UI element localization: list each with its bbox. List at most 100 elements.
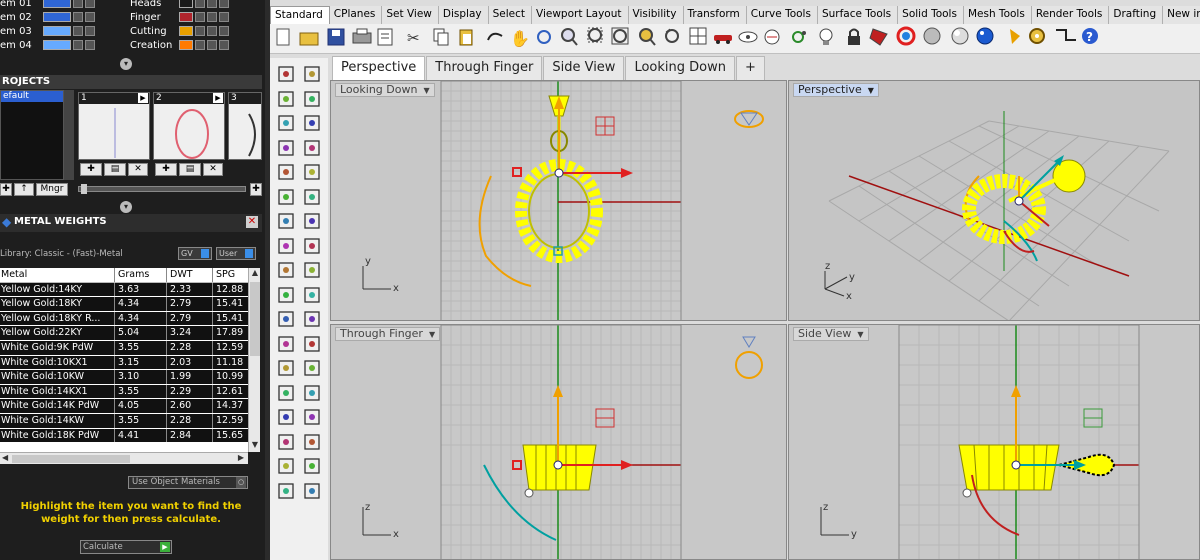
zoom-window-icon[interactable]: [587, 27, 603, 43]
layer-icon[interactable]: [869, 28, 888, 46]
toolbar-tab-standard[interactable]: Standard: [270, 6, 330, 24]
ellipse-icon[interactable]: [302, 113, 322, 133]
visibility-icon[interactable]: [85, 12, 95, 22]
table-row[interactable]: White Gold:14K PdW 4.05 2.60 14.37: [0, 399, 248, 414]
save-icon[interactable]: ▤: [179, 163, 201, 176]
point-icon[interactable]: [302, 64, 322, 84]
layer-row[interactable]: em 02: [0, 10, 95, 24]
visibility-icon[interactable]: [207, 40, 217, 50]
render-icon[interactable]: [219, 40, 229, 50]
pan-icon[interactable]: ✋: [510, 29, 530, 48]
car-icon[interactable]: [714, 35, 732, 44]
color-wheel-icon[interactable]: [896, 26, 916, 46]
light-icon[interactable]: [819, 28, 833, 45]
add-viewport-tab-button[interactable]: +: [735, 56, 765, 80]
add-icon[interactable]: ✚: [250, 183, 262, 196]
project-thumbnail[interactable]: 2 ▶: [153, 92, 225, 160]
layer-color-swatch[interactable]: [179, 0, 193, 8]
play-icon[interactable]: ▶: [138, 93, 148, 103]
layer-color-swatch[interactable]: [43, 40, 71, 50]
zoom-extents-icon[interactable]: [611, 27, 629, 45]
layer-row[interactable]: Cutting: [130, 24, 229, 38]
material-icon[interactable]: [302, 481, 322, 501]
save-icon[interactable]: [327, 28, 345, 46]
trim-icon[interactable]: [302, 309, 322, 329]
visibility-icon[interactable]: [85, 40, 95, 50]
layer-color-swatch[interactable]: [43, 0, 71, 8]
undo-view-icon[interactable]: [665, 28, 679, 43]
collapse-icon[interactable]: ▾: [120, 201, 132, 213]
material-sphere-icon[interactable]: [951, 27, 969, 45]
lock-icon[interactable]: [195, 40, 205, 50]
paste-icon[interactable]: [459, 29, 473, 46]
visibility-icon[interactable]: [207, 0, 217, 8]
up-arrow-icon[interactable]: ↑: [14, 183, 34, 196]
freeform-icon[interactable]: [302, 162, 322, 182]
table-row[interactable]: White Gold:10KW 3.10 1.99 10.99: [0, 370, 248, 385]
table-row[interactable]: White Gold:10KX1 3.15 2.03 11.18: [0, 355, 248, 371]
explode-icon[interactable]: [302, 285, 322, 305]
vertical-scrollbar[interactable]: ▲ ▼: [248, 268, 260, 452]
dropdown-arrow-icon[interactable]: ▼: [429, 329, 435, 341]
project-item-default[interactable]: efault: [1, 91, 63, 102]
print-icon[interactable]: [352, 28, 372, 44]
lock-icon[interactable]: [73, 40, 83, 50]
surface-icon[interactable]: [276, 211, 296, 231]
toolbar-tab-render-tools[interactable]: Render Tools: [1032, 6, 1110, 24]
play-icon[interactable]: ▶: [213, 93, 223, 103]
array-icon[interactable]: [302, 383, 322, 403]
new-file-icon[interactable]: [276, 28, 290, 46]
properties-icon[interactable]: [377, 28, 393, 46]
visibility-icon[interactable]: [207, 26, 217, 36]
toolbar-tab-viewport-layout[interactable]: Viewport Layout: [532, 6, 629, 24]
toolbar-tab-curve-tools[interactable]: Curve Tools: [747, 6, 818, 24]
viewport-layout-icon[interactable]: [689, 27, 707, 45]
viewport-tab-side-view[interactable]: Side View: [543, 56, 625, 80]
text-icon[interactable]: [302, 334, 322, 354]
layer-row[interactable]: em 04: [0, 38, 95, 52]
close-icon[interactable]: ✕: [128, 163, 148, 176]
save-icon[interactable]: ▤: [104, 163, 126, 176]
eye-icon[interactable]: [738, 31, 758, 43]
fillet-icon[interactable]: [276, 187, 296, 207]
undo-icon[interactable]: [487, 32, 503, 41]
options-icon[interactable]: [1010, 29, 1020, 44]
render-sphere-icon[interactable]: [923, 27, 941, 45]
add-icon[interactable]: ✚: [155, 163, 177, 176]
check-icon[interactable]: [276, 481, 296, 501]
sphere-icon[interactable]: [302, 236, 322, 256]
play-icon[interactable]: ▶: [160, 542, 170, 552]
gear-icon[interactable]: [276, 285, 296, 305]
dimension-icon[interactable]: [302, 432, 322, 452]
rotate-view-icon[interactable]: [537, 30, 551, 44]
offset-icon[interactable]: [302, 187, 322, 207]
layout-icon[interactable]: [302, 456, 322, 476]
lock-icon[interactable]: [195, 12, 205, 22]
horizontal-scrollbar[interactable]: ◀ ▶: [0, 452, 248, 464]
box-icon[interactable]: [276, 236, 296, 256]
viewport-tab-looking-down[interactable]: Looking Down: [625, 56, 735, 80]
project-thumbnail[interactable]: 1 ▶: [78, 92, 150, 160]
calculate-dropdown[interactable]: Calculate ▶: [80, 540, 172, 554]
add-icon[interactable]: ✚: [80, 163, 102, 176]
viewport-through-finger[interactable]: Through Finger ▼ z x: [330, 324, 787, 560]
lock-icon[interactable]: [848, 28, 860, 46]
grid-icon[interactable]: [276, 432, 296, 452]
solid-icon[interactable]: [302, 407, 322, 427]
lock-icon[interactable]: [195, 26, 205, 36]
toolbar-tab-transform[interactable]: Transform: [684, 6, 747, 24]
viewport-side-view[interactable]: Side View ▼ z y: [788, 324, 1200, 560]
thumbnail-size-slider[interactable]: [78, 184, 246, 194]
toolbar-tab-set-view[interactable]: Set View: [382, 6, 439, 24]
table-row[interactable]: Yellow Gold:18KY R... 4.34 2.79 15.41: [0, 311, 248, 327]
table-row[interactable]: Yellow Gold:22KY 5.04 3.24 17.89: [0, 326, 248, 341]
add-icon[interactable]: ✚: [0, 183, 12, 196]
scale-icon[interactable]: [276, 407, 296, 427]
toolbar-tab-cplanes[interactable]: CPlanes: [330, 6, 383, 24]
toolbar-tab-new-in-v5[interactable]: New in V5: [1163, 6, 1200, 24]
viewport-title[interactable]: Side View ▼: [793, 327, 869, 341]
toolbar-tab-solid-tools[interactable]: Solid Tools: [898, 6, 964, 24]
toolbar-tab-drafting[interactable]: Drafting: [1109, 6, 1164, 24]
render-icon[interactable]: [219, 26, 229, 36]
join-icon[interactable]: [276, 309, 296, 329]
